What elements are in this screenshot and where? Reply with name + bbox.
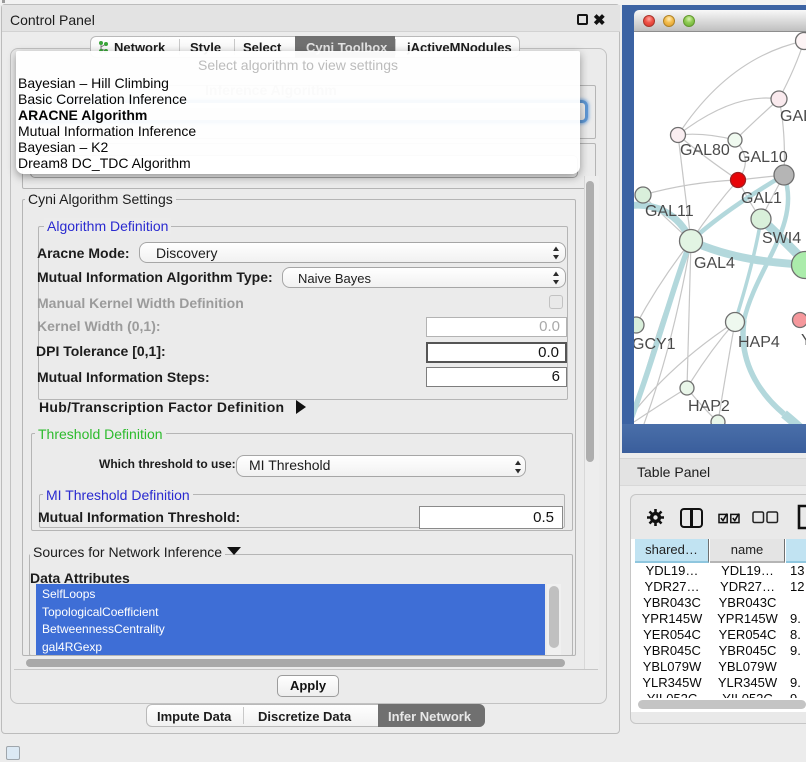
svg-text:GAL7: GAL7 — [780, 108, 806, 125]
svg-text:GAL10: GAL10 — [738, 149, 788, 166]
svg-text:GAL80: GAL80 — [680, 142, 730, 159]
svg-text:GCY1: GCY1 — [634, 336, 676, 353]
svg-text:HAP4: HAP4 — [738, 334, 780, 351]
svg-text:GAL1: GAL1 — [741, 190, 782, 207]
svg-text:HAP2: HAP2 — [688, 398, 730, 415]
svg-text:SWI4: SWI4 — [762, 230, 801, 247]
svg-text:Y: Y — [801, 332, 806, 349]
svg-text:GAL4: GAL4 — [694, 255, 735, 272]
svg-text:GAL11: GAL11 — [645, 203, 694, 220]
